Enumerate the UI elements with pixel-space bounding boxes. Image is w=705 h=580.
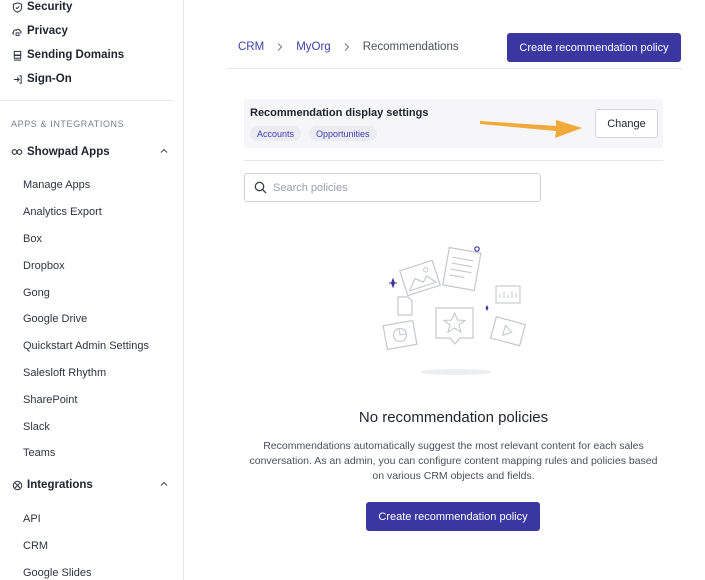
sidebar-item-label: Privacy [27, 25, 68, 37]
create-policy-button[interactable]: Create recommendation policy [507, 33, 681, 62]
search-box[interactable] [244, 173, 541, 202]
search-input[interactable] [273, 181, 523, 194]
change-settings-button[interactable]: Change [595, 109, 658, 138]
sidebar-item-sign-on[interactable]: Sign-On [11, 70, 72, 88]
breadcrumb-current: Recommendations [362, 41, 459, 53]
sidebar: Security Privacy Sending Domains Sign-On… [0, 0, 184, 580]
breadcrumb-myorg[interactable]: MyOrg [296, 41, 331, 53]
sidebar-item-label: Security [27, 1, 73, 13]
annotation-arrow-icon [480, 120, 582, 138]
sidebar-item-slack[interactable]: Slack [23, 420, 50, 434]
sidebar-item-google-slides[interactable]: Google Slides [23, 566, 92, 580]
sidebar-item-label: Sign-On [27, 73, 72, 85]
chevron-up-icon[interactable] [159, 146, 169, 159]
empty-state-title: No recommendation policies [358, 409, 549, 426]
breadcrumb: CRM MyOrg Recommendations [238, 41, 459, 53]
cloud-lock-icon [11, 25, 23, 37]
sidebar-item-sending-domains[interactable]: Sending Domains [11, 46, 124, 64]
sidebar-group-integrations[interactable]: Integrations [11, 476, 173, 494]
sidebar-item-salesloft-rhythm[interactable]: Salesloft Rhythm [23, 366, 106, 380]
shield-icon [11, 1, 23, 13]
empty-state-illustration [382, 246, 527, 375]
link-icon [11, 146, 23, 158]
sidebar-item-gong[interactable]: Gong [23, 286, 50, 300]
sidebar-item-label: Sending Domains [27, 49, 125, 61]
tag-accounts: Accounts [250, 126, 302, 141]
sidebar-group-showpad-apps[interactable]: Showpad Apps [11, 143, 173, 161]
integrations-icon [11, 479, 23, 491]
header-divider [226, 68, 682, 69]
section-divider [244, 160, 663, 161]
sidebar-item-manage-apps[interactable]: Manage Apps [23, 178, 90, 192]
sidebar-item-api[interactable]: API [23, 512, 41, 526]
chevron-up-icon[interactable] [159, 479, 169, 492]
sign-on-icon [11, 73, 23, 85]
sidebar-group-label: Showpad Apps [27, 146, 110, 158]
sidebar-group-label: Integrations [27, 479, 93, 491]
sidebar-item-security[interactable]: Security [11, 0, 72, 16]
display-settings-title: Recommendation display settings [250, 107, 429, 119]
empty-state-description: Recommendations automatically suggest th… [249, 440, 658, 482]
create-policy-button-empty[interactable]: Create recommendation policy [366, 502, 540, 531]
sidebar-item-teams[interactable]: Teams [23, 446, 55, 460]
sidebar-section-label: APPS & INTEGRATIONS [11, 119, 125, 129]
sidebar-item-google-drive[interactable]: Google Drive [23, 312, 87, 326]
sidebar-item-analytics-export[interactable]: Analytics Export [23, 205, 102, 219]
chevron-right-icon [276, 42, 284, 52]
search-icon [254, 181, 267, 194]
server-icon [11, 49, 23, 61]
sidebar-item-privacy[interactable]: Privacy [11, 22, 68, 40]
chevron-right-icon [343, 42, 351, 52]
sidebar-item-dropbox[interactable]: Dropbox [23, 259, 65, 273]
sidebar-divider [0, 100, 174, 101]
sidebar-item-sharepoint[interactable]: SharePoint [23, 393, 77, 407]
sidebar-item-box[interactable]: Box [23, 232, 42, 246]
sidebar-item-crm[interactable]: CRM [23, 539, 48, 553]
sidebar-item-quickstart-admin-settings[interactable]: Quickstart Admin Settings [23, 339, 149, 353]
breadcrumb-crm[interactable]: CRM [238, 41, 264, 53]
tag-opportunities: Opportunities [309, 126, 377, 141]
